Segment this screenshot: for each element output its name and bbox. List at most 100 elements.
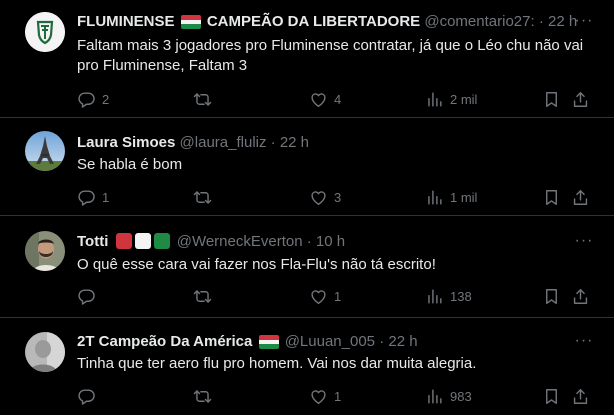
- handle[interactable]: @laura_fluliz: [180, 134, 267, 151]
- reply-button[interactable]: [77, 286, 96, 306]
- reply-button[interactable]: 1: [77, 187, 109, 207]
- reply-icon: [77, 188, 96, 207]
- like-button[interactable]: 3: [309, 187, 341, 207]
- display-name[interactable]: Totti: [77, 233, 108, 250]
- red-white-green-squares-icon: [113, 233, 177, 250]
- share-icon: [571, 287, 590, 306]
- timestamp[interactable]: 10 h: [316, 233, 345, 250]
- view-count: 138: [450, 288, 472, 304]
- bookmark-button[interactable]: [542, 386, 561, 406]
- share-button[interactable]: [571, 187, 590, 207]
- retweet-icon: [193, 387, 212, 406]
- share-icon: [571, 90, 590, 109]
- action-bar: 1 138: [77, 286, 597, 306]
- heart-icon: [309, 90, 328, 109]
- retweet-icon: [193, 90, 212, 109]
- bookmark-icon: [542, 188, 561, 207]
- view-count: 2 mil: [450, 91, 478, 107]
- reply-count: 2: [102, 91, 110, 107]
- separator: ·: [538, 13, 544, 30]
- more-options-icon[interactable]: ···: [574, 233, 594, 254]
- display-name-suffix[interactable]: CAMPEÃO DA LIBERTADORE: [207, 13, 420, 30]
- reply-icon: [77, 287, 96, 306]
- like-button[interactable]: 4: [309, 89, 341, 109]
- handle[interactable]: @Luuan_005: [285, 333, 375, 350]
- handle[interactable]: @comentario27:: [424, 13, 534, 30]
- heart-icon: [309, 287, 328, 306]
- eiffel-tower-icon: [25, 131, 65, 171]
- tweet[interactable]: Laura Simoes @laura_fluliz · 22 h Se hab…: [0, 118, 614, 216]
- display-name[interactable]: FLUMINENSE: [77, 13, 175, 30]
- views-button[interactable]: 983: [425, 386, 472, 406]
- view-count: 1 mil: [450, 189, 478, 205]
- bookmark-button[interactable]: [542, 286, 561, 306]
- retweet-button[interactable]: [193, 187, 212, 207]
- like-count: 1: [334, 388, 342, 404]
- heart-icon: [309, 188, 328, 207]
- like-count: 1: [334, 288, 342, 304]
- retweet-icon: [193, 287, 212, 306]
- separator: ·: [379, 333, 385, 350]
- retweet-icon: [193, 188, 212, 207]
- avatar[interactable]: [25, 12, 65, 52]
- separator: ·: [306, 233, 312, 250]
- views-icon: [425, 287, 444, 306]
- tweet-text: Faltam mais 3 jogadores pro Fluminense c…: [77, 37, 584, 74]
- tweet-text: Se habla é bom: [77, 156, 183, 173]
- man-with-beard-icon: [25, 231, 65, 271]
- like-button[interactable]: 1: [309, 386, 341, 406]
- tweet[interactable]: Totti @WerneckEverton · 10 h ··· O quê e…: [0, 216, 614, 318]
- tweet-text: Tinha que ter aero flu pro homem. Vai no…: [77, 355, 477, 372]
- action-bar: 1 983: [77, 386, 597, 406]
- share-button[interactable]: [571, 89, 590, 109]
- bookmark-icon: [542, 387, 561, 406]
- share-icon: [571, 188, 590, 207]
- timestamp[interactable]: 22 h: [388, 333, 417, 350]
- like-button[interactable]: 1: [309, 286, 341, 306]
- tweet[interactable]: FLUMINENSE CAMPEÃO DA LIBERTADORE @comen…: [0, 0, 614, 118]
- share-button[interactable]: [571, 286, 590, 306]
- bookmark-button[interactable]: [542, 187, 561, 207]
- tweet-text: O quê esse cara vai fazer nos Fla-Flu's …: [77, 256, 436, 273]
- action-bar: 2 4 2 mil: [77, 89, 597, 109]
- views-icon: [425, 387, 444, 406]
- like-count: 4: [334, 91, 342, 107]
- bookmark-button[interactable]: [542, 89, 561, 109]
- bookmark-icon: [542, 90, 561, 109]
- avatar[interactable]: [25, 231, 65, 271]
- timestamp[interactable]: 22 h: [280, 134, 309, 151]
- reply-button[interactable]: [77, 386, 96, 406]
- separator: ·: [270, 134, 276, 151]
- heart-icon: [309, 387, 328, 406]
- views-icon: [425, 188, 444, 207]
- reply-count: 1: [102, 189, 110, 205]
- retweet-button[interactable]: [193, 386, 212, 406]
- retweet-button[interactable]: [193, 286, 212, 306]
- display-name[interactable]: Laura Simoes: [77, 134, 175, 151]
- grayscale-person-icon: [25, 332, 65, 372]
- timestamp[interactable]: 22 h: [548, 13, 577, 30]
- display-name[interactable]: 2T Campeão Da América: [77, 333, 252, 350]
- more-options-icon[interactable]: ···: [574, 13, 594, 34]
- views-icon: [425, 90, 444, 109]
- avatar[interactable]: [25, 332, 65, 372]
- bookmark-icon: [542, 287, 561, 306]
- reply-icon: [77, 387, 96, 406]
- share-button[interactable]: [571, 386, 590, 406]
- views-button[interactable]: 1 mil: [425, 187, 477, 207]
- view-count: 983: [450, 388, 472, 404]
- flag-hungary-icon: [258, 335, 279, 349]
- more-options-icon[interactable]: ···: [574, 333, 594, 354]
- flag-hungary-icon: [180, 15, 201, 29]
- tweet[interactable]: 2T Campeão Da América @Luuan_005 · 22 h …: [0, 318, 614, 415]
- fluminense-crest-icon: [25, 12, 65, 52]
- reply-button[interactable]: 2: [77, 89, 109, 109]
- views-button[interactable]: 138: [425, 286, 472, 306]
- retweet-button[interactable]: [193, 89, 212, 109]
- share-icon: [571, 387, 590, 406]
- avatar[interactable]: [25, 131, 65, 171]
- reply-icon: [77, 90, 96, 109]
- action-bar: 1 3 1 mil: [77, 187, 597, 207]
- handle[interactable]: @WerneckEverton: [177, 233, 303, 250]
- views-button[interactable]: 2 mil: [425, 89, 477, 109]
